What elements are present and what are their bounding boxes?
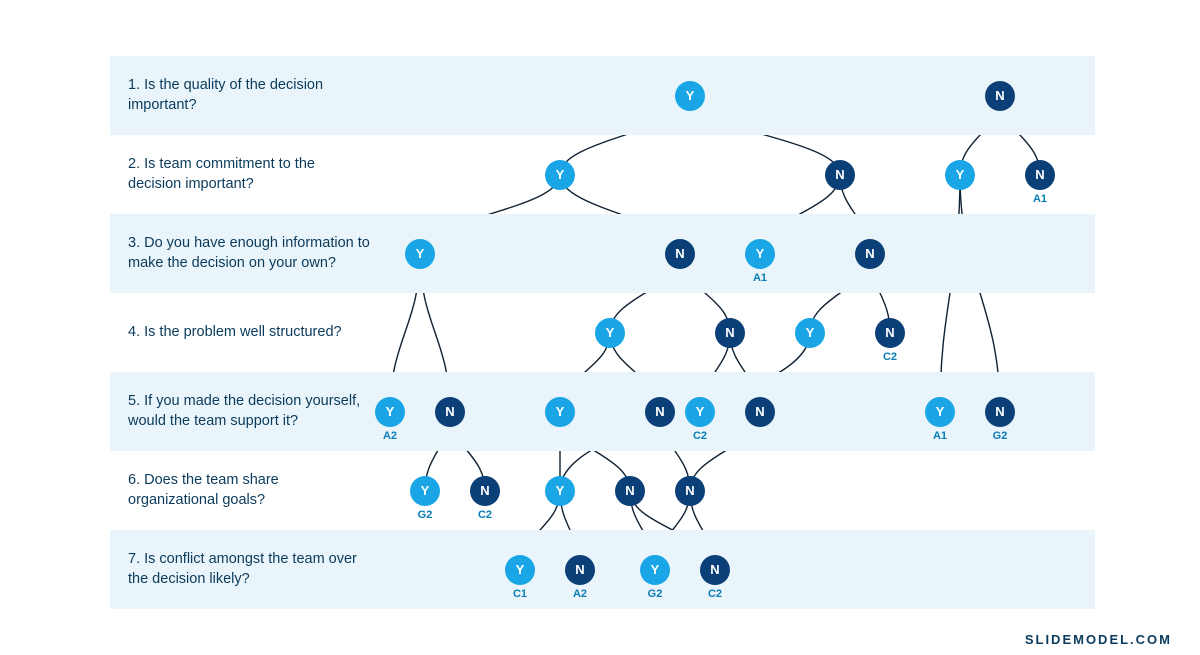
yes-node: Y xyxy=(640,555,670,585)
yes-node: Y xyxy=(685,397,715,427)
yes-node: Y xyxy=(405,239,435,269)
question-text: 7. Is conflict amongst the team over the… xyxy=(110,550,370,589)
no-node: N xyxy=(715,318,745,348)
outcome-label: C2 xyxy=(693,430,707,442)
question-text: 5. If you made the decision yourself, wo… xyxy=(110,392,370,431)
outcome-label: A1 xyxy=(1033,193,1047,205)
question-text: 6. Does the team share organizational go… xyxy=(110,471,370,510)
no-node: N xyxy=(470,476,500,506)
question-text: 2. Is team commitment to the decision im… xyxy=(110,155,370,194)
no-node: N xyxy=(985,81,1015,111)
yes-node: Y xyxy=(505,555,535,585)
no-node: N xyxy=(615,476,645,506)
no-node: N xyxy=(875,318,905,348)
outcome-label: C2 xyxy=(478,509,492,521)
outcome-label: C2 xyxy=(883,351,897,363)
yes-node: Y xyxy=(410,476,440,506)
question-row: 1. Is the quality of the decision import… xyxy=(110,56,1095,135)
no-node: N xyxy=(1025,160,1055,190)
question-row: 3. Do you have enough information to mak… xyxy=(110,214,1095,293)
question-text: 1. Is the quality of the decision import… xyxy=(110,76,370,115)
outcome-label: G2 xyxy=(648,588,663,600)
question-row: 7. Is conflict amongst the team over the… xyxy=(110,530,1095,609)
outcome-label: C2 xyxy=(708,588,722,600)
diagram-canvas: 1. Is the quality of the decision import… xyxy=(0,0,1200,655)
decision-tree-panel: 1. Is the quality of the decision import… xyxy=(110,56,1095,610)
yes-node: Y xyxy=(925,397,955,427)
no-node: N xyxy=(435,397,465,427)
no-node: N xyxy=(565,555,595,585)
outcome-label: A1 xyxy=(933,430,947,442)
brand-footer: SLIDEMODEL.COM xyxy=(1025,632,1172,647)
yes-node: Y xyxy=(545,160,575,190)
no-node: N xyxy=(700,555,730,585)
yes-node: Y xyxy=(745,239,775,269)
no-node: N xyxy=(985,397,1015,427)
outcome-label: A2 xyxy=(573,588,587,600)
no-node: N xyxy=(675,476,705,506)
outcome-label: A1 xyxy=(753,272,767,284)
no-node: N xyxy=(825,160,855,190)
outcome-label: G2 xyxy=(993,430,1008,442)
outcome-label: G2 xyxy=(418,509,433,521)
yes-node: Y xyxy=(795,318,825,348)
question-row: 6. Does the team share organizational go… xyxy=(110,451,1095,530)
outcome-label: C1 xyxy=(513,588,527,600)
question-text: 3. Do you have enough information to mak… xyxy=(110,234,370,273)
outcome-label: A2 xyxy=(383,430,397,442)
yes-node: Y xyxy=(545,476,575,506)
yes-node: Y xyxy=(675,81,705,111)
yes-node: Y xyxy=(375,397,405,427)
no-node: N xyxy=(745,397,775,427)
no-node: N xyxy=(665,239,695,269)
yes-node: Y xyxy=(595,318,625,348)
yes-node: Y xyxy=(545,397,575,427)
yes-node: Y xyxy=(945,160,975,190)
question-text: 4. Is the problem well structured? xyxy=(110,323,342,343)
no-node: N xyxy=(645,397,675,427)
no-node: N xyxy=(855,239,885,269)
